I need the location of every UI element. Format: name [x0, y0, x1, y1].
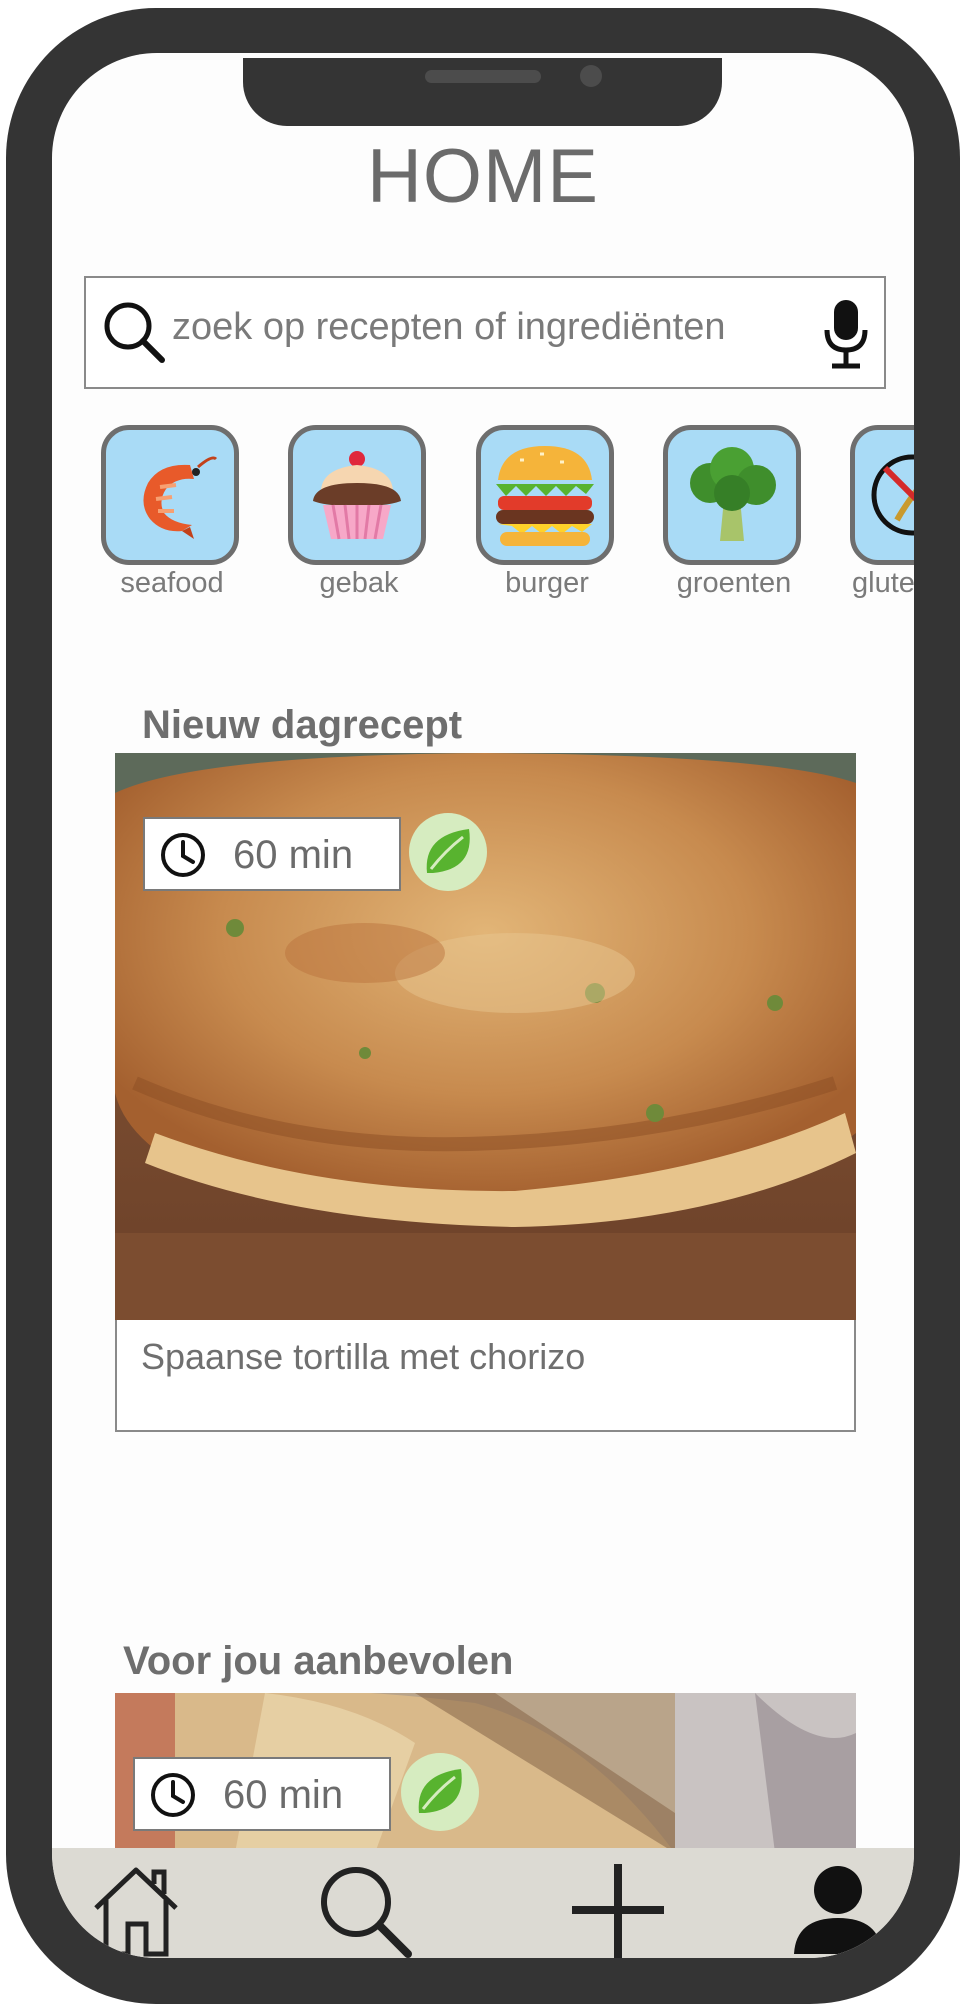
- search-input[interactable]: zoek op recepten of ingrediënten: [172, 306, 726, 349]
- search-bar[interactable]: zoek op recepten of ingrediënten: [84, 276, 886, 389]
- recipe-caption[interactable]: Spaanse tortilla met chorizo: [115, 1320, 856, 1432]
- category-groenten[interactable]: groenten: [663, 425, 809, 600]
- shrimp-icon: [143, 456, 218, 539]
- broccoli-icon: [690, 447, 776, 541]
- user-icon: [794, 1866, 882, 1954]
- category-glute[interactable]: glute: [850, 425, 914, 600]
- leaf-icon: [418, 1769, 462, 1813]
- daily-recipe-heading: Nieuw dagrecept: [142, 703, 463, 747]
- cooking-time: 60 min: [223, 1773, 344, 1817]
- category-tile[interactable]: [101, 425, 239, 565]
- plus-icon: [572, 1864, 664, 1958]
- category-burger[interactable]: burger: [476, 425, 622, 600]
- phone-camera: [580, 65, 602, 87]
- cupcake-icon: [313, 451, 401, 540]
- category-label: seafood: [120, 567, 224, 599]
- category-seafood[interactable]: seafood: [101, 425, 247, 600]
- search-icon: [104, 302, 165, 363]
- cooking-time: 60 min: [233, 833, 354, 877]
- clock-icon: [151, 1773, 195, 1817]
- category-label: groenten: [676, 567, 792, 599]
- search-icon: [321, 1867, 412, 1958]
- gluten-free-icon: [871, 454, 914, 536]
- category-tile[interactable]: [288, 425, 426, 565]
- daily-recipe-card[interactable]: 60 min Spaanse tortilla met chorizo: [115, 753, 856, 1433]
- vegetarian-badge: [401, 1753, 479, 1831]
- category-tile[interactable]: [850, 425, 914, 565]
- phone-notch: [243, 58, 722, 126]
- page-title: HOME: [367, 134, 599, 219]
- recommended-heading: Voor jou aanbevolen: [123, 1639, 514, 1683]
- clock-icon: [161, 833, 205, 877]
- burger-icon: [496, 446, 594, 546]
- tab-add[interactable]: [570, 1862, 666, 1958]
- category-tile[interactable]: [476, 425, 614, 565]
- tab-search[interactable]: [316, 1862, 412, 1958]
- vegetarian-badge: [409, 813, 487, 891]
- category-label: gebak: [319, 567, 399, 599]
- category-gebak[interactable]: gebak: [288, 425, 434, 600]
- home-icon: [94, 1867, 178, 1957]
- category-list: seafood gebak burger groenten glute: [52, 425, 914, 605]
- category-label: burger: [505, 567, 589, 599]
- app-screen: HOME zoek op recepten of ingrediënten se…: [52, 53, 914, 1958]
- category-label: glute: [852, 567, 914, 599]
- phone-speaker: [425, 70, 541, 83]
- cooking-time-badge: 60 min: [133, 1757, 391, 1831]
- microphone-icon[interactable]: [822, 298, 870, 372]
- tab-profile[interactable]: [790, 1862, 886, 1958]
- recommended-card[interactable]: 60 min: [115, 1693, 856, 1853]
- leaf-icon: [426, 829, 470, 873]
- tab-home[interactable]: [88, 1862, 184, 1958]
- cooking-time-badge: 60 min: [143, 817, 401, 891]
- category-tile[interactable]: [663, 425, 801, 565]
- tab-bar: [52, 1848, 914, 1958]
- recipe-name: Spaanse tortilla met chorizo: [141, 1336, 586, 1377]
